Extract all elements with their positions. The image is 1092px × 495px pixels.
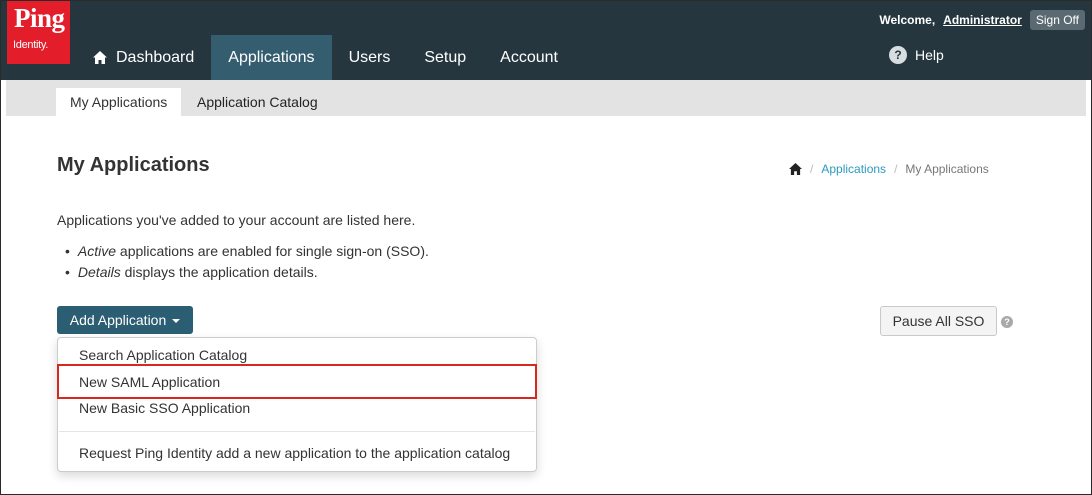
breadcrumb-current: My Applications xyxy=(905,162,989,176)
bullet-text: displays the application details. xyxy=(120,264,318,280)
nav-account[interactable]: Account xyxy=(483,35,575,80)
bullet-emphasis: Active xyxy=(77,243,117,259)
list-item: Active applications are enabled for sing… xyxy=(65,242,429,263)
menu-divider xyxy=(59,431,535,432)
info-list: Active applications are enabled for sing… xyxy=(65,242,429,284)
tab-application-catalog[interactable]: Application Catalog xyxy=(183,88,332,116)
main-nav: Dashboard Applications Users Setup Accou… xyxy=(76,35,575,80)
menu-item-new-basic-sso-application[interactable]: New Basic SSO Application xyxy=(79,400,250,416)
add-application-button[interactable]: Add Application xyxy=(57,306,193,334)
caret-down-icon xyxy=(172,319,181,323)
top-header: Ping Identity. Welcome, Administrator Si… xyxy=(1,1,1091,80)
sub-navigation: My Applications Application Catalog xyxy=(6,80,1086,116)
nav-applications[interactable]: Applications xyxy=(211,35,332,80)
pause-all-sso-button[interactable]: Pause All SSO xyxy=(880,306,997,336)
bullet-text: applications are enabled for single sign… xyxy=(116,243,429,259)
intro-text: Applications you've added to your accoun… xyxy=(57,212,416,228)
help-label: Help xyxy=(915,47,944,63)
menu-item-search-catalog[interactable]: Search Application Catalog xyxy=(79,347,247,363)
sign-off-button[interactable]: Sign Off xyxy=(1029,10,1085,30)
breadcrumb-separator: / xyxy=(894,162,898,176)
add-application-label: Add Application xyxy=(69,312,167,328)
logo-subtext: Identity. xyxy=(13,39,49,51)
nav-dashboard-label: Dashboard xyxy=(116,48,195,66)
app-window: Ping Identity. Welcome, Administrator Si… xyxy=(0,0,1092,495)
list-item: Details displays the application details… xyxy=(65,263,429,284)
help-icon[interactable]: ? xyxy=(1001,316,1013,328)
page-title: My Applications xyxy=(57,154,210,176)
breadcrumb-applications[interactable]: Applications xyxy=(821,162,886,176)
breadcrumb: / Applications / My Applications xyxy=(789,162,989,176)
account-area: Welcome, Administrator Sign Off xyxy=(879,10,1085,30)
logo-word: Ping xyxy=(14,3,65,33)
home-icon[interactable] xyxy=(789,163,802,175)
breadcrumb-separator: / xyxy=(810,162,814,176)
nav-users[interactable]: Users xyxy=(332,35,408,80)
home-icon xyxy=(93,51,116,64)
tab-my-applications[interactable]: My Applications xyxy=(56,88,182,116)
nav-setup[interactable]: Setup xyxy=(407,35,483,80)
help-icon: ? xyxy=(889,46,907,64)
ping-identity-logo[interactable]: Ping Identity. xyxy=(7,1,70,64)
add-application-dropdown: Search Application Catalog New SAML Appl… xyxy=(57,337,537,472)
bullet-emphasis: Details xyxy=(77,264,121,280)
help-link[interactable]: ? Help xyxy=(889,46,944,64)
highlight-box xyxy=(57,364,537,399)
administrator-link[interactable]: Administrator xyxy=(943,13,1022,27)
menu-item-request-new-application[interactable]: Request Ping Identity add a new applicat… xyxy=(79,445,510,461)
welcome-text: Welcome, xyxy=(879,13,936,27)
nav-dashboard[interactable]: Dashboard xyxy=(76,35,211,80)
